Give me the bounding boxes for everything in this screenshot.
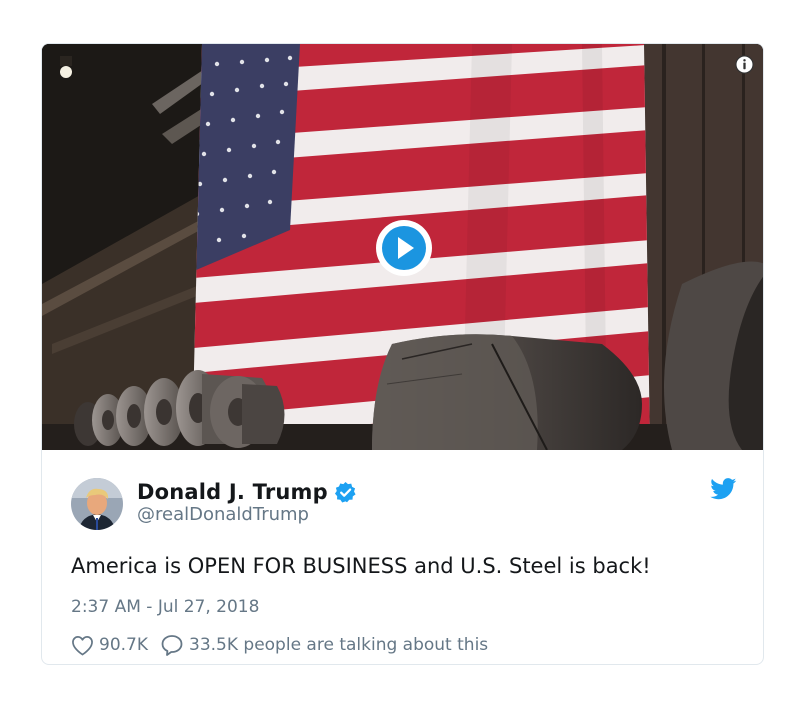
talking-count-text: 33.5K people are talking about this <box>189 635 489 655</box>
comment-icon <box>161 635 183 656</box>
talking-link[interactable]: 33.5K people are talking about this <box>148 634 488 656</box>
display-name[interactable]: Donald J. Trump <box>137 480 328 504</box>
verified-badge-icon <box>334 481 356 502</box>
video-thumbnail[interactable] <box>42 44 763 450</box>
tweet-timestamp[interactable]: 2:37 AM - Jul 27, 2018 <box>71 597 259 617</box>
heart-icon <box>72 635 93 655</box>
like-button[interactable]: 90.7K <box>71 635 148 656</box>
avatar-image <box>71 478 123 530</box>
play-icon[interactable] <box>375 219 433 277</box>
tweet-text: America is OPEN FOR BUSINESS and U.S. St… <box>71 554 651 578</box>
tweet-body: Donald J. Trump @realDonaldTrump America… <box>42 450 763 664</box>
author-name-row: Donald J. Trump <box>137 478 357 506</box>
avatar[interactable] <box>71 478 123 530</box>
info-icon[interactable] <box>735 55 754 74</box>
tweet-actions: 90.7K 33.5K people are talking about thi… <box>71 632 488 658</box>
user-handle[interactable]: @realDonaldTrump <box>137 504 309 525</box>
twitter-bird-icon[interactable] <box>710 478 737 500</box>
like-count: 90.7K <box>99 635 148 655</box>
tweet-embed-card: Donald J. Trump @realDonaldTrump America… <box>41 43 764 665</box>
